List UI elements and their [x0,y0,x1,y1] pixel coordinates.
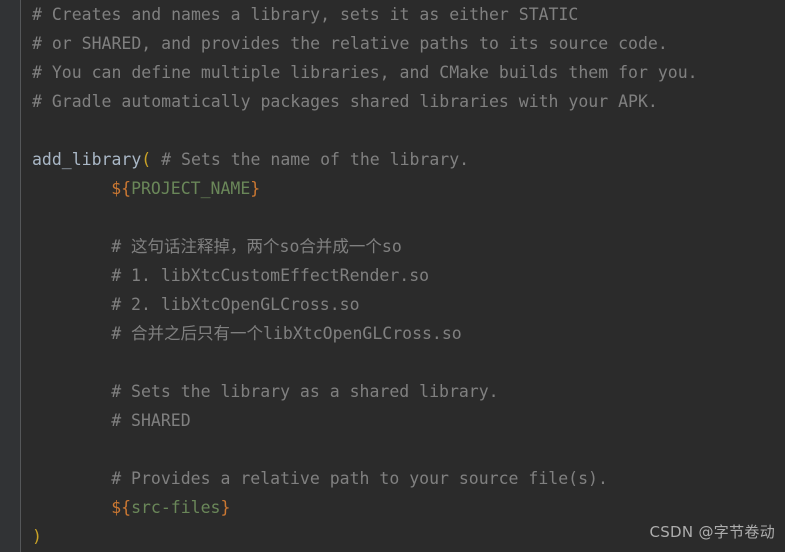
code-line[interactable]: ) [32,522,42,551]
code-line[interactable]: # Gradle automatically packages shared l… [32,87,658,116]
code-line[interactable]: # Provides a relative path to your sourc… [111,464,608,493]
code-editor-window: # Creates and names a library, sets it a… [0,0,785,552]
code-line[interactable] [32,116,42,145]
token-brace: { [121,498,132,517]
token-brace: } [250,179,261,198]
token-comment: # 1. libXtcCustomEffectRender.so [111,266,430,285]
token-comment: # 这句话注释掉，两个so合并成一个so [111,237,402,256]
code-line[interactable]: # Sets the library as a shared library. [111,377,498,406]
token-dollar: $ [111,179,122,198]
token-comment: # Sets the name of the library. [151,150,470,169]
code-line[interactable]: ${src-files} [111,493,230,522]
code-line[interactable]: # SHARED [111,406,190,435]
token-paren: ) [32,527,42,546]
token-paren: ( [141,150,152,169]
token-comment: # Provides a relative path to your sourc… [111,469,608,488]
token-comment: # You can define multiple libraries, and… [32,63,698,82]
token-variable: src-files [131,498,221,517]
code-line[interactable] [32,203,42,232]
code-line[interactable]: # or SHARED, and provides the relative p… [32,29,668,58]
code-line[interactable] [32,435,42,464]
code-line[interactable]: # 这句话注释掉，两个so合并成一个so [111,232,402,261]
code-line[interactable] [32,348,42,377]
csdn-watermark: CSDN @字节卷动 [649,523,775,541]
token-brace: } [220,498,231,517]
code-line[interactable]: # 2. libXtcOpenGLCross.so [111,290,359,319]
code-line[interactable]: add_library( # Sets the name of the libr… [32,145,469,174]
token-comment: # Creates and names a library, sets it a… [32,5,579,24]
token-comment: # Gradle automatically packages shared l… [32,92,658,111]
token-comment: # or SHARED, and provides the relative p… [32,34,668,53]
token-dollar: $ [111,498,122,517]
code-line[interactable]: # 1. libXtcCustomEffectRender.so [111,261,429,290]
code-line[interactable]: ${PROJECT_NAME} [111,174,260,203]
token-variable: PROJECT_NAME [131,179,251,198]
token-comment: # 2. libXtcOpenGLCross.so [111,295,360,314]
editor-gutter[interactable] [0,0,20,552]
code-line[interactable]: # Creates and names a library, sets it a… [32,0,578,29]
code-text-area[interactable]: # Creates and names a library, sets it a… [21,0,785,552]
token-comment: # 合并之后只有一个libXtcOpenGLCross.so [111,324,462,343]
token-comment: # Sets the library as a shared library. [111,382,499,401]
code-line[interactable]: # 合并之后只有一个libXtcOpenGLCross.so [111,319,462,348]
token-brace: { [121,179,132,198]
token-function: add_library [32,150,142,169]
token-comment: # SHARED [111,411,191,430]
code-line[interactable]: # You can define multiple libraries, and… [32,58,698,87]
